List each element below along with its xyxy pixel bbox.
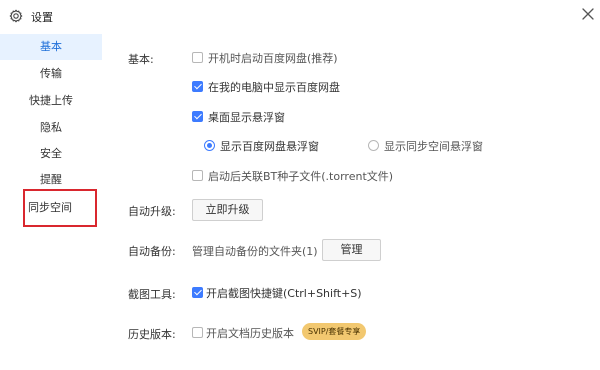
basic-section-label: 基本: — [128, 53, 154, 66]
close-icon[interactable] — [581, 7, 595, 21]
upgrade-section-label: 自动升级: — [128, 205, 176, 218]
show-in-my-computer-checkbox[interactable] — [192, 81, 203, 92]
radio-sync-float[interactable] — [368, 140, 379, 151]
floating-window-label: 桌面显示悬浮窗 — [208, 111, 285, 124]
sidebar-item-privacy[interactable]: 隐私 — [0, 115, 102, 141]
backup-section-label: 自动备份: — [128, 245, 176, 258]
sidebar-item-basic[interactable]: 基本 — [0, 34, 102, 60]
highlight-annotation-box — [23, 189, 97, 227]
bt-association-checkbox[interactable] — [192, 170, 203, 181]
manage-backup-button[interactable]: 管理 — [322, 239, 381, 261]
radio-baidu-float-label: 显示百度网盘悬浮窗 — [220, 140, 319, 153]
sidebar-item-transfer[interactable]: 传输 — [0, 61, 102, 87]
history-version-checkbox[interactable] — [192, 327, 203, 338]
screenshot-shortcut-label: 开启截图快捷键(Ctrl+Shift+S) — [206, 287, 362, 300]
startup-checkbox[interactable] — [192, 52, 203, 63]
upgrade-now-button[interactable]: 立即升级 — [192, 199, 263, 221]
sidebar-item-quick-upload[interactable]: 快捷上传 — [0, 88, 102, 114]
history-section-label: 历史版本: — [128, 328, 176, 341]
title-bar: 设置 — [0, 0, 600, 32]
svip-badge: SVIP/套餐专享 — [302, 323, 367, 340]
radio-baidu-float[interactable] — [204, 140, 215, 151]
floating-window-checkbox[interactable] — [192, 111, 203, 122]
bt-association-label: 启动后关联BT种子文件(.torrent文件) — [208, 170, 394, 183]
history-version-label: 开启文档历史版本 — [206, 327, 294, 340]
backup-folders-description: 管理自动备份的文件夹(1) — [192, 245, 318, 258]
screenshot-section-label: 截图工具: — [128, 288, 176, 301]
window-title: 设置 — [31, 11, 53, 24]
sidebar-item-security[interactable]: 安全 — [0, 141, 102, 167]
startup-option-label: 开机时启动百度网盘(推荐) — [208, 52, 338, 65]
screenshot-shortcut-checkbox[interactable] — [192, 287, 203, 298]
show-in-my-computer-label: 在我的电脑中显示百度网盘 — [208, 81, 340, 94]
gear-icon — [9, 9, 23, 23]
radio-sync-float-label: 显示同步空间悬浮窗 — [384, 140, 483, 153]
